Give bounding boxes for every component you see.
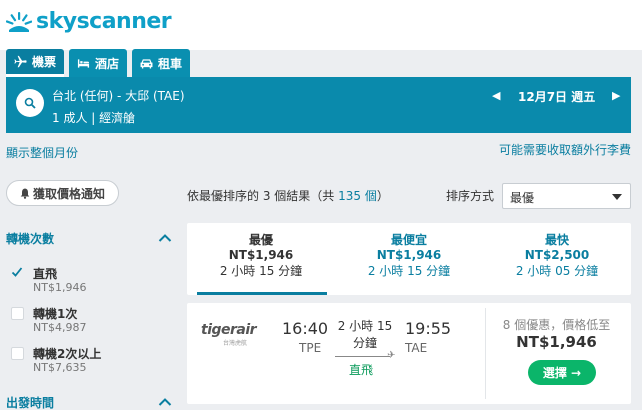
arrival-airport-code: TAE xyxy=(405,341,428,355)
filter-option-price: NT$4,987 xyxy=(33,321,87,334)
route-line xyxy=(335,356,390,357)
filter-option-direct[interactable]: 直飛 NT$1,946 xyxy=(8,265,168,297)
airline-name: tigerair xyxy=(201,322,257,338)
search-button[interactable] xyxy=(16,89,44,117)
sort-card-title: 最便宜 xyxy=(390,233,427,247)
passenger-class-text: 1 成人 | 經濟艙 xyxy=(52,111,136,125)
search-summary-bar[interactable]: 台北 (任何) - 大邱 (TAE) 1 成人 | 經濟艙 ◀ 12月7日 週五… xyxy=(6,77,631,133)
sort-card-price: NT$1,946 xyxy=(228,248,294,262)
tab-hotels-label: 酒店 xyxy=(95,56,120,71)
sort-card-duration: 2 小時 15 分鐘 xyxy=(367,264,451,278)
sort-card-best[interactable]: 最優 NT$1,946 2 小時 15 分鐘 xyxy=(187,223,335,295)
sort-select[interactable]: 最優 xyxy=(502,183,631,209)
filter-option-price: NT$1,946 xyxy=(33,281,87,294)
sort-by-label: 排序方式 xyxy=(446,189,495,203)
results-summary: 依最優排序的 3 個結果（共 135 個） xyxy=(187,187,389,204)
sort-card-duration: 2 小時 15 分鐘 xyxy=(219,264,303,278)
extra-baggage-fees-link[interactable]: 可能需要收取額外行李費 xyxy=(499,141,631,158)
sort-card-duration: 2 小時 05 分鐘 xyxy=(515,264,599,278)
sort-card-title: 最快 xyxy=(544,233,569,247)
price-panel: 8 個優惠，價格低至 NT$1,946 選擇 → xyxy=(485,308,626,399)
checkbox[interactable] xyxy=(11,307,24,320)
route-text: 台北 (任何) - 大邱 (TAE) xyxy=(52,89,185,103)
tab-hotels[interactable]: 酒店 xyxy=(69,49,128,77)
sort-selected-value: 最優 xyxy=(510,191,535,205)
deals-count-text: 8 個優惠，價格低至 xyxy=(502,318,611,332)
departure-time: 16:40 xyxy=(282,319,329,338)
sort-option-cards: 最優 NT$1,946 2 小時 15 分鐘 最便宜 NT$1,946 2 小時… xyxy=(187,223,631,295)
product-tabs: 機票 酒店 租車 xyxy=(6,49,195,77)
chevron-up-icon[interactable] xyxy=(158,397,172,407)
plane-icon: ✈ xyxy=(387,350,396,361)
top-bar: skyscanner xyxy=(0,0,642,50)
active-indicator xyxy=(197,292,327,295)
next-date-icon[interactable]: ▶ xyxy=(612,89,620,102)
checkbox[interactable] xyxy=(11,347,24,360)
car-icon xyxy=(140,58,153,69)
skyscanner-logo[interactable]: skyscanner xyxy=(6,8,172,34)
airline-subtitle: 台灣虎航 xyxy=(223,340,248,347)
arrival-time: 19:55 xyxy=(405,319,452,338)
sort-card-title: 最優 xyxy=(248,233,273,247)
results-total-count: 135 個 xyxy=(338,189,377,203)
chevron-up-icon[interactable] xyxy=(158,233,172,243)
price-alert-label: 獲取價格通知 xyxy=(32,186,105,201)
filter-option-two-plus-stops[interactable]: 轉機2次以上 NT$7,635 xyxy=(8,345,168,377)
results-summary-prefix: 依最優排序的 3 個結果（共 xyxy=(187,189,339,203)
checkmark-icon[interactable] xyxy=(11,266,23,278)
tab-cars-label: 租車 xyxy=(158,56,183,71)
stops-label: 直飛 xyxy=(349,363,374,377)
sunrise-logo-icon xyxy=(6,12,32,32)
sort-card-cheapest[interactable]: 最便宜 NT$1,946 2 小時 15 分鐘 xyxy=(335,223,483,295)
bell-icon xyxy=(20,188,30,199)
flight-duration: 2 小時 15 分鐘 xyxy=(337,319,393,350)
filter-option-label: 轉機2次以上 xyxy=(33,347,102,361)
departure-time-filter-title[interactable]: 出發時間 xyxy=(6,394,54,410)
flight-price: NT$1,946 xyxy=(516,333,597,351)
departure-airport-code: TPE xyxy=(299,341,322,355)
filter-option-one-stop[interactable]: 轉機1次 NT$4,987 xyxy=(8,305,168,337)
sort-card-price: NT$1,946 xyxy=(376,248,442,262)
tab-flights-label: 機票 xyxy=(32,55,57,69)
filter-option-label: 直飛 xyxy=(33,267,58,281)
previous-date-icon[interactable]: ◀ xyxy=(492,89,500,102)
caret-down-icon xyxy=(612,194,622,200)
stops-filter-title[interactable]: 轉機次數 xyxy=(6,230,54,247)
show-whole-month-link[interactable]: 顯示整個月份 xyxy=(6,144,78,161)
flight-result-card[interactable]: tigerair 台灣虎航 16:40 TPE 2 小時 15 分鐘 ✈ 直飛 … xyxy=(187,303,631,404)
tab-flights[interactable]: 機票 xyxy=(6,49,65,77)
bed-icon xyxy=(77,58,90,68)
filter-option-label: 轉機1次 xyxy=(33,307,78,321)
price-alert-button[interactable]: 獲取價格通知 xyxy=(6,180,119,206)
select-button[interactable]: 選擇 → xyxy=(528,360,596,385)
airline-logo: tigerair 台灣虎航 xyxy=(201,322,257,347)
filter-option-price: NT$7,635 xyxy=(33,361,87,374)
brand-name: skyscanner xyxy=(36,8,172,34)
departure-date[interactable]: 12月7日 週五 xyxy=(518,88,595,105)
tab-cars[interactable]: 租車 xyxy=(132,49,191,77)
sort-card-price: NT$2,500 xyxy=(524,248,590,262)
plane-icon xyxy=(14,55,27,68)
results-summary-suffix: ） xyxy=(376,189,389,203)
search-icon xyxy=(24,97,36,109)
sort-card-fastest[interactable]: 最快 NT$2,500 2 小時 05 分鐘 xyxy=(483,223,631,295)
